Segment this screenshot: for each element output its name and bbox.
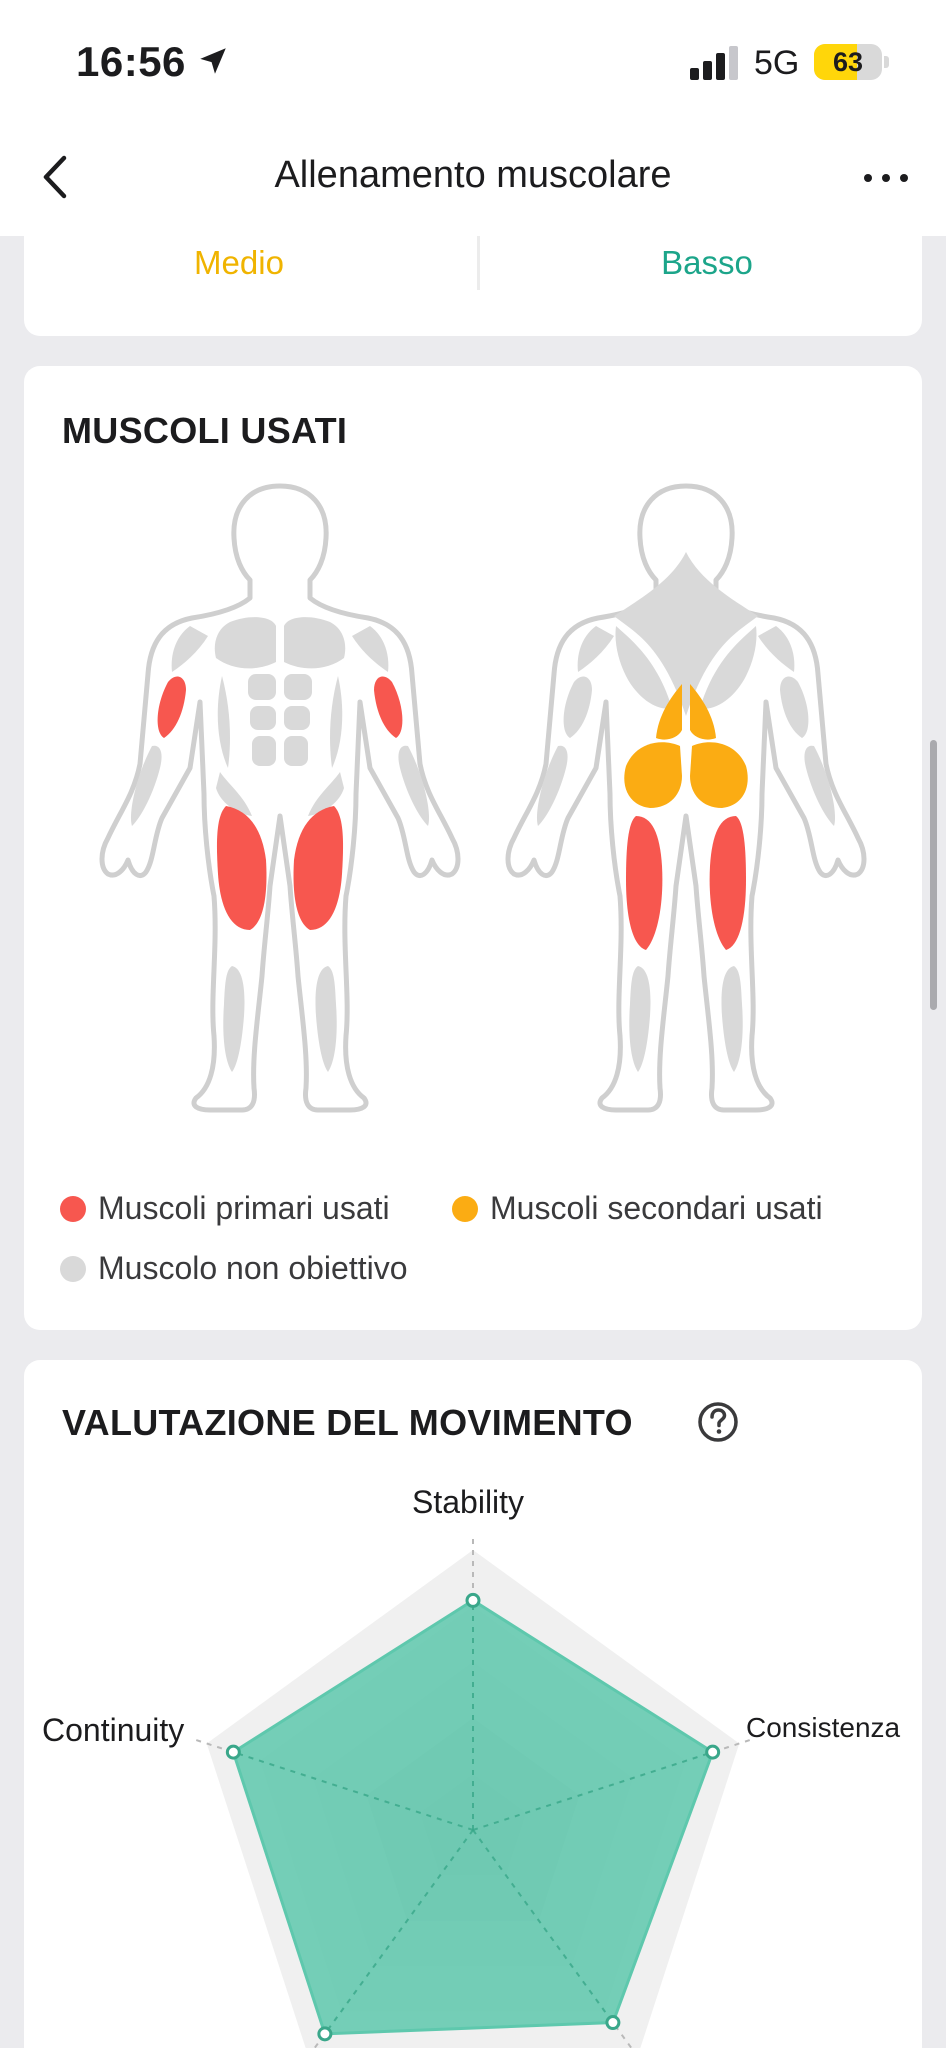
muscle-map bbox=[80, 476, 880, 1136]
legend-primary-label: Muscoli primari usati bbox=[98, 1190, 390, 1226]
legend-non-target-label: Muscolo non obiettivo bbox=[98, 1250, 408, 1286]
axis-label-stability: Stability bbox=[412, 1484, 525, 1520]
axis-label-continuity: Continuity bbox=[42, 1712, 185, 1748]
radar-data-point bbox=[317, 2026, 333, 2042]
intensity-medium: Medio bbox=[194, 244, 284, 281]
battery-level: 63 bbox=[832, 47, 864, 77]
legend-secondary-label: Muscoli secondari usati bbox=[490, 1190, 823, 1226]
body-front bbox=[102, 486, 458, 1110]
intensity-low: Basso bbox=[661, 244, 753, 281]
radar-data-point bbox=[605, 2015, 621, 2031]
location-arrow-icon bbox=[200, 48, 226, 74]
page-title: Allenamento muscolare bbox=[274, 154, 672, 196]
section-title-muscles: MUSCOLI USATI bbox=[62, 410, 348, 451]
movement-evaluation-card: VALUTAZIONE DEL MOVIMENTO Stability Cons… bbox=[24, 1360, 922, 2048]
cellular-signal-icon bbox=[690, 46, 738, 80]
primary-dot bbox=[60, 1195, 86, 1222]
status-time: 16:56 bbox=[76, 38, 186, 85]
status-bar: 16:56 5G 63 bbox=[0, 0, 946, 120]
intensity-card: Medio Basso bbox=[24, 200, 922, 336]
radar-data-point bbox=[225, 1744, 241, 1760]
network-type: 5G bbox=[754, 44, 800, 82]
legend-secondary: Muscoli secondari usati bbox=[452, 1190, 823, 1227]
muscles-used-card: MUSCOLI USATI Muscoli primari usati Musc… bbox=[24, 366, 922, 1330]
battery-tip bbox=[884, 56, 889, 68]
non-target-dot bbox=[60, 1255, 86, 1282]
radar-data-point bbox=[465, 1592, 481, 1608]
radar-chart bbox=[190, 1533, 756, 2048]
legend-non-target: Muscolo non obiettivo bbox=[60, 1250, 408, 1287]
battery-icon: 63 bbox=[814, 44, 882, 80]
secondary-dot bbox=[452, 1195, 478, 1222]
divider bbox=[477, 236, 480, 290]
body-back bbox=[508, 486, 864, 1110]
radar-data-point bbox=[705, 1744, 721, 1760]
scrollbar[interactable] bbox=[930, 740, 937, 1010]
legend-primary: Muscoli primari usati bbox=[60, 1190, 390, 1227]
more-options-icon[interactable] bbox=[858, 156, 914, 200]
axis-label-consistenza: Consistenza bbox=[746, 1712, 901, 1743]
